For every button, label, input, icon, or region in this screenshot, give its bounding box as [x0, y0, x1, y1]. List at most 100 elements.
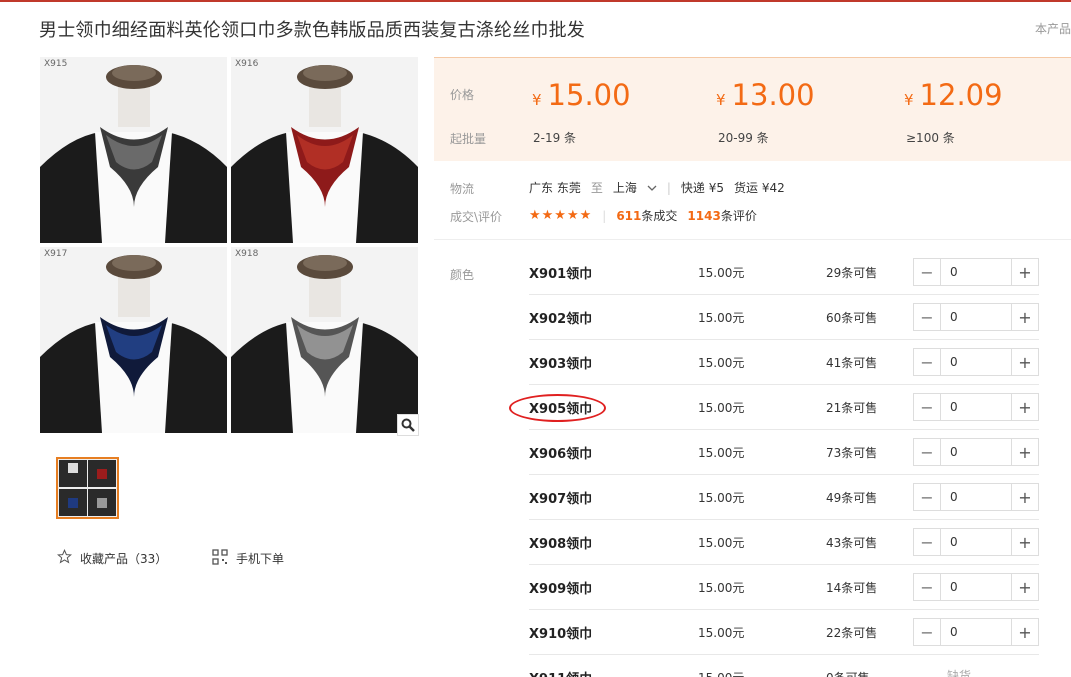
- quantity-stepper: − 0 +: [913, 258, 1039, 286]
- sku-stock: 49条可售: [826, 491, 878, 505]
- quantity-input[interactable]: 0: [941, 484, 1011, 510]
- sku-price: 15.00元: [698, 266, 745, 280]
- sku-price: 15.00元: [698, 626, 745, 640]
- sku-price: 15.00元: [698, 669, 744, 677]
- quantity-stepper: − 0 +: [913, 348, 1039, 376]
- sku-price: 15.00元: [698, 311, 745, 325]
- to-word: 至: [590, 181, 603, 195]
- quantity-stepper: − 0 +: [913, 303, 1039, 331]
- price-tier-2: ¥13.00: [716, 78, 815, 112]
- increase-button[interactable]: +: [1011, 484, 1038, 510]
- product-code-label: X917: [44, 249, 68, 259]
- increase-button[interactable]: +: [1011, 574, 1038, 600]
- sku-row: X902领巾 15.00元 60条可售 − 0 +: [529, 295, 1039, 340]
- quantity-input[interactable]: 0: [941, 259, 1011, 285]
- increase-button[interactable]: +: [1011, 394, 1038, 420]
- quantity-stepper: − 0 +: [913, 573, 1039, 601]
- tier-3-quantity: ≥100 条: [906, 131, 955, 145]
- quantity-input[interactable]: 0: [941, 349, 1011, 375]
- image-quadrant-1: X915: [40, 57, 227, 243]
- this-product-link[interactable]: 本产品: [1035, 20, 1071, 37]
- sku-name: X902领巾: [529, 312, 593, 327]
- deals-count[interactable]: 611条成交: [616, 207, 677, 224]
- quantity-stepper: − 0 +: [913, 483, 1039, 511]
- sku-name: X908领巾: [529, 537, 593, 552]
- ship-from: 广东 东莞: [529, 181, 581, 195]
- sku-name: X907领巾: [529, 492, 593, 507]
- sku-stock: 21条可售: [826, 401, 878, 415]
- out-of-stock-label: 缺货: [947, 669, 972, 677]
- quantity-input[interactable]: 0: [941, 439, 1011, 465]
- star-outline-icon: [56, 548, 73, 567]
- quantity-stepper: − 0 +: [913, 393, 1039, 421]
- decrease-button[interactable]: −: [914, 439, 941, 465]
- sku-price: 15.00元: [698, 536, 745, 550]
- quantity-input[interactable]: 0: [941, 619, 1011, 645]
- destination-select[interactable]: 上海: [613, 179, 657, 196]
- favorite-label: 收藏产品（33）: [80, 551, 168, 566]
- decrease-button[interactable]: −: [914, 259, 941, 285]
- price-panel: 价格 起批量 ¥15.00 ¥13.00 ¥12.09 2-19 条 20-99…: [434, 57, 1071, 161]
- product-code-label: X915: [44, 59, 68, 69]
- decrease-button[interactable]: −: [914, 619, 941, 645]
- quantity-input[interactable]: 0: [941, 304, 1011, 330]
- decrease-button[interactable]: −: [914, 349, 941, 375]
- gallery-thumbnail[interactable]: [56, 457, 119, 519]
- price-label: 价格: [450, 88, 475, 102]
- increase-button[interactable]: +: [1011, 304, 1038, 330]
- price-tier-3: ¥12.09: [904, 78, 1003, 112]
- increase-button[interactable]: +: [1011, 439, 1038, 465]
- magnifier-icon[interactable]: [397, 414, 419, 436]
- logistics-info: 广东 东莞 至 上海 | 快递 ¥5 货运 ¥42: [529, 179, 785, 196]
- quantity-stepper: − 0 +: [913, 528, 1039, 556]
- sku-row: X908领巾 15.00元 43条可售 − 0 +: [529, 520, 1039, 565]
- decrease-button[interactable]: −: [914, 529, 941, 555]
- sku-row: X906领巾 15.00元 73条可售 − 0 +: [529, 430, 1039, 475]
- sku-stock: 41条可售: [826, 356, 878, 370]
- qrcode-icon: [212, 549, 228, 568]
- increase-button[interactable]: +: [1011, 529, 1038, 555]
- decrease-button[interactable]: −: [914, 574, 941, 600]
- reviews-label: 成交\评价: [450, 210, 503, 224]
- decrease-button[interactable]: −: [914, 304, 941, 330]
- price-tier-1: ¥15.00: [532, 78, 631, 112]
- main-product-image[interactable]: X915 X916 X917 X918: [40, 57, 418, 433]
- top-accent-line: [0, 0, 1071, 2]
- decrease-button[interactable]: −: [914, 484, 941, 510]
- freight-fee: 货运 ¥42: [734, 181, 785, 195]
- section-divider: [434, 239, 1071, 240]
- sku-name: X909领巾: [529, 582, 593, 597]
- favorite-button[interactable]: 收藏产品（33）: [56, 548, 168, 567]
- quantity-stepper: − 0 +: [913, 438, 1039, 466]
- express-fee: 快递 ¥5: [680, 181, 724, 195]
- logistics-label: 物流: [450, 182, 475, 196]
- increase-button[interactable]: +: [1011, 349, 1038, 375]
- sku-stock: 0条可售: [826, 669, 870, 677]
- quantity-input[interactable]: 0: [941, 574, 1011, 600]
- sku-name: X911领巾: [529, 668, 592, 677]
- tier-1-quantity: 2-19 条: [533, 131, 577, 145]
- quantity-input[interactable]: 0: [941, 394, 1011, 420]
- increase-button[interactable]: +: [1011, 619, 1038, 645]
- mobile-order-button[interactable]: 手机下单: [212, 549, 284, 568]
- sku-row: X903领巾 15.00元 41条可售 − 0 +: [529, 340, 1039, 385]
- sku-row: X901领巾 15.00元 29条可售 − 0 +: [529, 250, 1039, 295]
- sku-stock: 29条可售: [826, 266, 878, 280]
- chevron-down-icon: [647, 185, 657, 191]
- tier-2-quantity: 20-99 条: [718, 131, 769, 145]
- sku-stock: 14条可售: [826, 581, 878, 595]
- image-quadrant-3: X917: [40, 247, 227, 433]
- product-code-label: X918: [235, 249, 259, 259]
- decrease-button[interactable]: −: [914, 394, 941, 420]
- sku-row: X910领巾 15.00元 22条可售 − 0 +: [529, 610, 1039, 655]
- rating-stars: ★★★★★: [529, 208, 593, 223]
- quantity-input[interactable]: 0: [941, 529, 1011, 555]
- image-quadrant-2: X916: [231, 57, 418, 243]
- sku-name: X910领巾: [529, 627, 593, 642]
- sku-name: X906领巾: [529, 447, 593, 462]
- sku-row: X907领巾 15.00元 49条可售 − 0 +: [529, 475, 1039, 520]
- sku-price: 15.00元: [698, 446, 745, 460]
- sku-stock: 73条可售: [826, 446, 878, 460]
- review-count[interactable]: 1143条评价: [687, 207, 756, 224]
- increase-button[interactable]: +: [1011, 259, 1038, 285]
